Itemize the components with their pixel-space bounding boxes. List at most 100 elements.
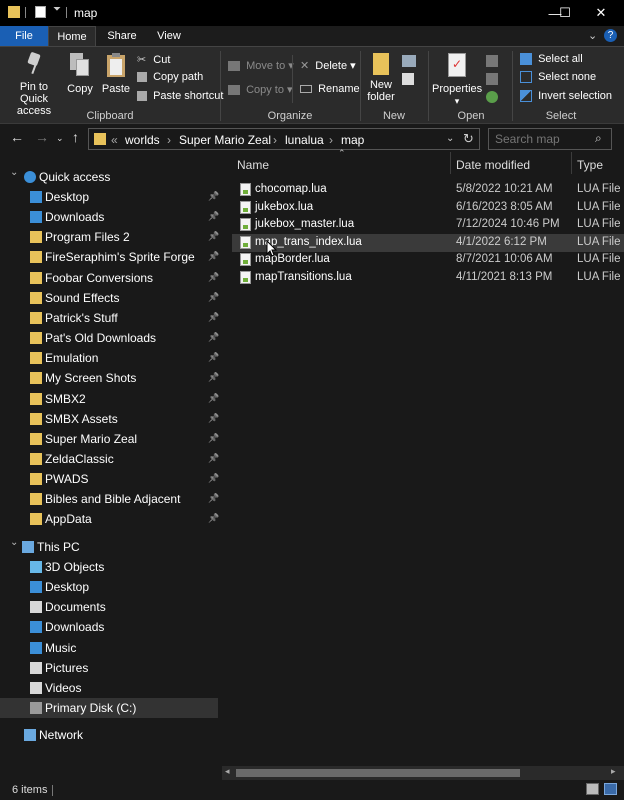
table-row[interactable]: mapTransitions.lua 4/11/2021 8:13 PM LUA F…	[232, 269, 624, 287]
sidebar-item[interactable]: Documents	[0, 597, 218, 617]
back-arrow-icon[interactable]: ←	[10, 129, 24, 145]
new-folder-button[interactable]: New folder	[366, 53, 396, 103]
tab-share[interactable]: Share	[98, 26, 146, 46]
sidebar-item[interactable]: Downloads 📌	[0, 207, 219, 227]
sidebar-item[interactable]: Program Files 2 📌	[0, 227, 219, 247]
address-bar[interactable]: « worlds › Super Mario Zeal › lunalua › …	[88, 128, 480, 150]
expand-chevron-icon[interactable]: ⌄	[10, 167, 18, 178]
refresh-icon[interactable]: ↻	[463, 131, 474, 147]
address-history-chevron-icon[interactable]: ⌄	[446, 133, 454, 144]
properties-button[interactable]: ✓ Properties ▾	[432, 53, 482, 107]
delete-button[interactable]: ✕ Delete ▾	[300, 59, 356, 72]
scroll-right-icon[interactable]: ▸	[611, 766, 616, 777]
sidebar-item[interactable]: Pictures	[0, 658, 218, 678]
file-type: LUA File	[577, 218, 621, 231]
recent-locations-chevron-icon[interactable]: ⌄	[56, 133, 64, 144]
sidebar-item-label: My Screen Shots	[45, 371, 137, 385]
horizontal-scrollbar[interactable]: ◂ ▸	[222, 766, 624, 780]
sidebar-item[interactable]: Bibles and Bible Adjacent 📌	[0, 489, 219, 509]
sidebar-item[interactable]: FireSeraphim's Sprite Forge 📌	[0, 247, 219, 267]
pin-to-quick-access-button[interactable]: Pin to Quick access	[6, 51, 62, 117]
search-input[interactable]	[495, 132, 589, 146]
close-button[interactable]: ✕	[578, 0, 624, 26]
sidebar-item[interactable]: ZeldaClassic 📌	[0, 449, 219, 469]
search-icon[interactable]: ⌕	[595, 131, 602, 146]
column-header-date[interactable]: Date modified	[456, 158, 530, 172]
paste-shortcut-button[interactable]: Paste shortcut	[137, 90, 223, 102]
table-row[interactable]: map_trans_index.lua 4/1/2022 6:12 PM LUA F…	[232, 233, 624, 252]
select-none-button[interactable]: Select none	[520, 71, 596, 84]
file-date-modified: 8/7/2021 10:06 AM	[456, 253, 553, 266]
tab-view[interactable]: View	[146, 26, 192, 46]
tab-home[interactable]: Home	[48, 26, 96, 46]
properties-quick-icon[interactable]	[35, 6, 46, 18]
scroll-left-icon[interactable]: ◂	[225, 766, 230, 777]
cut-button[interactable]: ✂ Cut	[137, 53, 170, 66]
copy-button[interactable]: Copy	[66, 53, 94, 95]
column-header-type[interactable]: Type	[577, 158, 603, 172]
sidebar-item-label: Desktop	[45, 580, 90, 594]
column-separator[interactable]	[571, 152, 572, 174]
sidebar-item[interactable]: Desktop	[0, 577, 218, 597]
copy-path-button[interactable]: Copy path	[137, 71, 203, 83]
sidebar-item[interactable]: Primary Disk (C:)	[0, 698, 218, 718]
sidebar-item[interactable]: Music	[0, 638, 218, 658]
sidebar-item-label: 3D Objects	[45, 560, 105, 574]
customize-quick-access-icon[interactable]: ⏷	[53, 4, 61, 15]
move-to-button[interactable]: Move to ▾	[228, 59, 294, 72]
divider	[66, 7, 67, 18]
easy-access-icon[interactable]	[402, 73, 414, 85]
table-row[interactable]: jukebox.lua 6/16/2023 8:05 AM LUA File	[232, 199, 624, 217]
sidebar-item[interactable]: SMBX Assets 📌	[0, 409, 219, 429]
history-icon[interactable]	[486, 91, 498, 103]
edit-icon[interactable]	[486, 73, 498, 85]
table-row[interactable]: mapBorder.lua 8/7/2021 10:06 AM LUA File	[232, 251, 624, 269]
sidebar-item[interactable]: Emulation 📌	[0, 348, 219, 368]
forward-arrow-icon[interactable]: →	[35, 129, 49, 145]
column-separator[interactable]	[450, 152, 451, 174]
sidebar-item[interactable]: Network	[0, 725, 218, 745]
paste-button[interactable]: Paste	[100, 53, 132, 95]
sidebar-item[interactable]: Sound Effects 📌	[0, 288, 219, 308]
scrollbar-thumb[interactable]	[236, 769, 520, 777]
expand-chevron-icon[interactable]: ⌄	[10, 537, 18, 548]
sidebar-item[interactable]: SMBX2 📌	[0, 389, 219, 409]
sidebar-item[interactable]: Videos	[0, 678, 218, 698]
sidebar-item[interactable]: Desktop 📌	[0, 187, 219, 207]
sidebar-item[interactable]: Quick access	[0, 167, 218, 187]
breadcrumb-worlds[interactable]: worlds	[125, 133, 160, 147]
search-box[interactable]: ⌕	[488, 128, 612, 150]
column-header-name[interactable]: Name	[237, 158, 269, 172]
new-item-icon[interactable]	[402, 55, 416, 67]
up-arrow-icon[interactable]: ↑	[72, 129, 79, 145]
details-view-icon[interactable]	[586, 783, 599, 795]
sidebar-item[interactable]: This PC	[0, 537, 218, 557]
sidebar-item[interactable]: Super Mario Zeal 📌	[0, 429, 219, 449]
sidebar-item[interactable]: Foobar Conversions 📌	[0, 268, 219, 288]
sidebar-item[interactable]: AppData 📌	[0, 509, 219, 529]
sidebar-item[interactable]: My Screen Shots 📌	[0, 368, 219, 388]
delete-icon: ✕	[300, 60, 310, 72]
help-icon[interactable]: ?	[604, 29, 617, 42]
sidebar-item[interactable]: Patrick's Stuff 📌	[0, 308, 219, 328]
breadcrumb-super-mario-zeal[interactable]: Super Mario Zeal	[179, 133, 271, 147]
folder-icon	[94, 133, 106, 145]
rename-button[interactable]: Rename	[300, 83, 360, 95]
table-row[interactable]: jukebox_master.lua 7/12/2024 10:46 PM LUA …	[232, 216, 624, 234]
table-row[interactable]: chocomap.lua 5/8/2022 10:21 AM LUA File	[232, 181, 624, 199]
open-icon[interactable]	[486, 55, 498, 67]
breadcrumb-lunalua[interactable]: lunalua	[285, 133, 324, 147]
sidebar-item[interactable]: Pat's Old Downloads 📌	[0, 328, 219, 348]
breadcrumb-overflow[interactable]: «	[111, 133, 118, 147]
folder-icon	[30, 393, 42, 405]
sidebar-item[interactable]: 3D Objects	[0, 557, 218, 577]
invert-selection-button[interactable]: Invert selection	[520, 90, 612, 103]
copy-to-button[interactable]: Copy to ▾	[228, 83, 293, 96]
select-all-button[interactable]: Select all	[520, 53, 583, 66]
large-icons-view-icon[interactable]	[604, 783, 617, 795]
tab-file[interactable]: File	[0, 26, 48, 46]
collapse-ribbon-icon[interactable]: ⌄	[588, 29, 597, 42]
sidebar-item[interactable]: PWADS 📌	[0, 469, 219, 489]
breadcrumb-map[interactable]: map	[341, 133, 364, 147]
sidebar-item[interactable]: Downloads	[0, 617, 218, 637]
